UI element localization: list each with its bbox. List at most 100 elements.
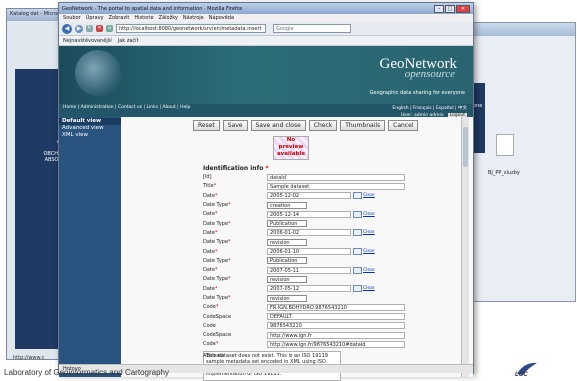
date-input[interactable]: 2007-05-12 — [267, 285, 351, 293]
editor-area: Reset Save Save and close Check Thumbnai… — [121, 117, 473, 381]
date-input[interactable]: 2006-01-02 — [267, 229, 351, 237]
text-input[interactable]: dataId — [267, 173, 405, 181]
forward-icon[interactable]: ▶ — [75, 24, 83, 33]
calendar-icon[interactable] — [353, 285, 362, 293]
status-text: http://www.c — [13, 355, 45, 361]
text-input[interactable]: http://www.ign.fr — [267, 331, 405, 339]
date-input[interactable]: 2005-12-02 — [267, 192, 351, 200]
clear-link[interactable]: Clear — [363, 212, 375, 217]
scrollbar[interactable] — [461, 117, 469, 377]
save-button[interactable]: Save — [222, 120, 248, 131]
date-type-select[interactable]: revision — [267, 294, 307, 302]
required-marker: * — [214, 285, 218, 292]
text-input[interactable]: DEFAULT — [267, 313, 405, 321]
required-marker: * — [228, 239, 231, 246]
required-marker: * — [228, 295, 231, 301]
menu-file[interactable]: Soubor — [63, 15, 81, 21]
nav-default-view[interactable]: Default view — [59, 118, 121, 125]
field-label: Date Type — [203, 276, 229, 283]
menu-help[interactable]: Nápověda — [209, 15, 234, 21]
date-type-select[interactable]: Publication — [267, 220, 307, 228]
clear-link[interactable]: Clear — [363, 286, 375, 291]
logo-secondary: opensource — [404, 68, 455, 80]
form-row: Date Type * Publication — [203, 219, 473, 228]
form-row: Date * 2006-01-02 Clear — [203, 229, 473, 237]
menu-bookmarks[interactable]: Záložky — [159, 15, 178, 21]
text-input[interactable]: Sample dataset — [267, 182, 405, 190]
form-row: Date * 2007-05-12 Clear — [203, 285, 473, 293]
text-input[interactable]: FR.IGN.BDHYDRO.9876543210 — [267, 303, 405, 311]
date-input[interactable]: 2007-05-11 — [267, 266, 351, 274]
field-label: Date — [203, 248, 215, 255]
back-icon[interactable]: ◀ — [62, 23, 72, 34]
field-label: CodeSpace — [203, 332, 232, 339]
background-window-explorer[interactable]: tone — [470, 22, 576, 302]
calendar-icon[interactable] — [353, 248, 362, 256]
section-title: Identification info * — [203, 165, 269, 172]
text-input[interactable]: http://www.ign.fr/9876543210#dataId — [267, 340, 405, 348]
tagline: Geographic data sharing for everyone — [369, 90, 465, 96]
bookmark-most-visited[interactable]: Nejnavštěvovanější — [63, 38, 112, 44]
date-input[interactable]: 2006-01-10 — [267, 248, 351, 256]
thumbnails-button[interactable]: Thumbnails — [340, 120, 386, 131]
language-links[interactable]: English | Français | Español | 中文 — [392, 105, 467, 111]
top-menu: Home | Administration | Contact us | Lin… — [59, 104, 473, 111]
required-marker: * — [214, 248, 218, 255]
clear-link[interactable]: Clear — [363, 230, 375, 235]
nav-xml-view[interactable]: XML view — [59, 132, 121, 139]
field-label: Date Type — [203, 220, 229, 227]
action-buttons: Reset Save Save and close Check Thumbnai… — [121, 117, 473, 131]
field-label: Date — [203, 285, 215, 292]
form-row: Date * 2006-01-10 Clear — [203, 247, 473, 256]
date-type-select[interactable]: Publication — [267, 257, 307, 265]
form-row: Date * 2007-05-11 Clear — [203, 266, 473, 274]
cancel-button[interactable]: Cancel — [388, 120, 419, 131]
file-icon[interactable] — [496, 134, 514, 156]
reload-icon[interactable]: ↻ — [86, 25, 93, 32]
maximize-icon[interactable]: □ — [445, 4, 455, 13]
field-label: Date — [203, 211, 215, 218]
lgc-logo-text: LGC — [515, 372, 528, 378]
form-row: Date * 2005-12-14 Clear — [203, 210, 473, 218]
menu-history[interactable]: Historie — [134, 15, 153, 21]
required-marker: * — [215, 341, 219, 348]
minimize-icon[interactable]: – — [434, 4, 444, 13]
check-button[interactable]: Check — [308, 120, 338, 131]
titlebar: GeoNetwork · The portal to spatial data … — [59, 3, 473, 14]
search-input[interactable]: Google — [273, 24, 351, 33]
firefox-window[interactable]: GeoNetwork · The portal to spatial data … — [58, 2, 474, 381]
navigation-toolbar: ◀ ▶ ↻ ✕ ⌂ http://localhost:8080/geonetwo… — [59, 22, 473, 36]
calendar-icon[interactable] — [353, 192, 362, 200]
date-type-select[interactable]: revision — [267, 238, 307, 246]
close-icon[interactable]: ✕ — [456, 4, 470, 13]
nav-advanced-view[interactable]: Advanced view — [59, 125, 121, 132]
field-label: Title — [203, 183, 214, 190]
calendar-icon[interactable] — [353, 210, 362, 218]
date-type-select[interactable]: creation — [267, 201, 307, 209]
bookmarks-toolbar: Nejnavštěvovanější Jak začít — [59, 36, 473, 46]
menu-view[interactable]: Zobrazit — [109, 15, 130, 21]
date-type-select[interactable]: revision — [267, 275, 307, 283]
clear-link[interactable]: Clear — [363, 249, 375, 254]
home-icon[interactable]: ⌂ — [106, 25, 113, 32]
url-bar[interactable]: http://localhost:8080/geonetwork/srv/en/… — [116, 24, 266, 33]
window-title: GeoNetwork · The portal to spatial data … — [62, 5, 243, 12]
calendar-icon[interactable] — [353, 266, 362, 274]
stop-icon[interactable]: ✕ — [96, 25, 103, 32]
date-input[interactable]: 2005-12-14 — [267, 210, 351, 218]
bookmark-getting-started[interactable]: Jak začít — [118, 38, 139, 44]
reset-button[interactable]: Reset — [193, 120, 220, 131]
menu-tools[interactable]: Nástroje — [183, 15, 204, 21]
save-and-close-button[interactable]: Save and close — [250, 120, 306, 131]
form-row: Date Type * revision — [203, 275, 473, 283]
text-input[interactable]: 9876543210 — [267, 322, 405, 330]
clear-link[interactable]: Clear — [363, 193, 375, 198]
required-marker: * — [214, 192, 218, 199]
menu-edit[interactable]: Úpravy — [86, 15, 104, 21]
required-marker: * — [228, 202, 231, 209]
clear-link[interactable]: Clear — [363, 268, 375, 273]
form-row: Date Type * Publication — [203, 257, 473, 265]
top-menu-links[interactable]: Home | Administration | Contact us | Lin… — [63, 105, 190, 110]
field-label: Date — [203, 192, 215, 199]
calendar-icon[interactable] — [353, 229, 362, 237]
